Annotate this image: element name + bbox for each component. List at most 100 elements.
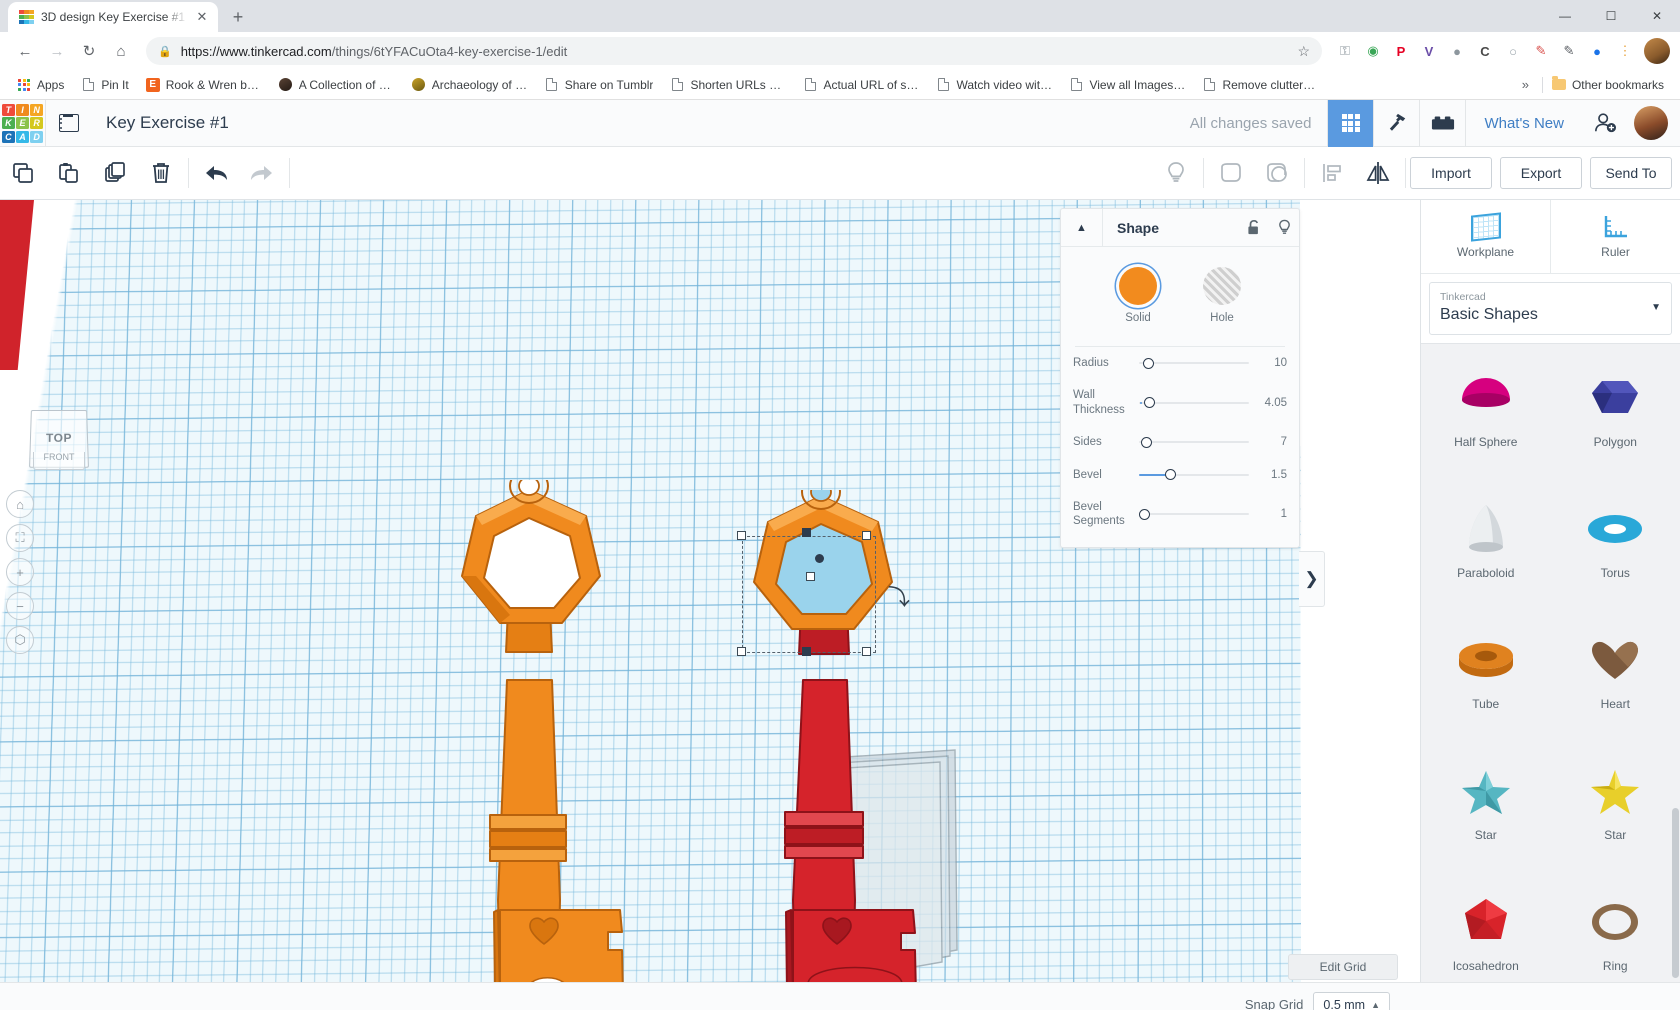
bookmark-share-tumblr[interactable]: Share on Tumblr: [538, 75, 661, 95]
back-icon[interactable]: ←: [10, 36, 40, 66]
whats-new-link[interactable]: What's New: [1465, 99, 1582, 147]
forward-icon[interactable]: →: [42, 36, 72, 66]
zoom-out-button[interactable]: −: [6, 592, 34, 620]
bevel-slider[interactable]: [1139, 468, 1249, 482]
trash-icon[interactable]: [138, 147, 184, 200]
solid-swatch[interactable]: [1119, 267, 1157, 305]
brush-extension-icon[interactable]: ✎: [1556, 38, 1582, 64]
view-cube[interactable]: TOP FRONT: [29, 408, 89, 470]
view-cube-front-label[interactable]: FRONT: [33, 452, 85, 470]
shapes-scrollbar[interactable]: [1671, 808, 1680, 978]
shape-item-tube[interactable]: Tube: [1421, 606, 1551, 737]
export-button[interactable]: Export: [1500, 157, 1582, 189]
chevron-down-icon[interactable]: ▼: [1651, 302, 1661, 313]
shape-item-heart[interactable]: Heart: [1551, 606, 1680, 737]
bookmark-pin-it[interactable]: Pin It: [74, 75, 135, 95]
ungroup-shape-icon[interactable]: [1254, 147, 1300, 200]
hole-swatch[interactable]: [1203, 267, 1241, 305]
copy-icon[interactable]: [0, 147, 46, 200]
browser-profile-avatar[interactable]: [1644, 38, 1670, 64]
bookmark-view-images[interactable]: View all Images in...: [1062, 75, 1192, 95]
pinterest-extension-icon[interactable]: P: [1388, 38, 1414, 64]
shape-library-dropdown[interactable]: Tinkercad Basic Shapes ▼: [1429, 282, 1672, 335]
ortho-perspective-button[interactable]: ⬡: [6, 626, 34, 654]
zoom-in-button[interactable]: +: [6, 558, 34, 586]
sync-extension-icon[interactable]: ●: [1584, 38, 1610, 64]
shape-item-half-sphere[interactable]: Half Sphere: [1421, 344, 1551, 475]
bookmark-apps[interactable]: Apps: [10, 75, 71, 95]
person-plus-icon[interactable]: [1582, 112, 1628, 134]
property-value[interactable]: 1: [1257, 508, 1287, 520]
shape-item-star-teal[interactable]: Star: [1421, 737, 1551, 868]
bookmark-shorten-urls[interactable]: Shorten URLs with...: [663, 75, 793, 95]
shape-item-torus[interactable]: Torus: [1551, 475, 1680, 606]
bookmark-archaeology[interactable]: Archaeology of a fir...: [405, 75, 535, 95]
orange-key-object[interactable]: [440, 480, 660, 982]
bookmark-remove-clutter[interactable]: Remove clutter on...: [1195, 75, 1325, 95]
center-handle[interactable]: [802, 528, 811, 537]
unlock-icon[interactable]: [1239, 209, 1269, 247]
shape-item-polygon[interactable]: Polygon: [1551, 344, 1680, 475]
mirror-icon[interactable]: [1355, 147, 1401, 200]
shape-item-star-yellow[interactable]: Star: [1551, 737, 1680, 868]
height-handle[interactable]: [806, 572, 815, 581]
resize-handle[interactable]: [737, 531, 746, 540]
bookmark-rook-wren[interactable]: E Rook & Wren by Th...: [139, 75, 269, 95]
wall-thickness-slider[interactable]: [1139, 396, 1249, 410]
v-extension-icon[interactable]: V: [1416, 38, 1442, 64]
maximize-window-button[interactable]: ☐: [1588, 0, 1634, 32]
chevron-right-icon[interactable]: ❯: [1299, 551, 1325, 607]
radius-slider[interactable]: [1139, 356, 1249, 370]
globe-extension-icon[interactable]: ●: [1444, 38, 1470, 64]
cone-handle[interactable]: [815, 554, 824, 563]
list-panel-icon[interactable]: [46, 100, 92, 147]
fit-view-button[interactable]: ⛶: [6, 524, 34, 552]
resize-handle[interactable]: [862, 647, 871, 656]
group-shape-icon[interactable]: [1208, 147, 1254, 200]
property-value[interactable]: 1.5: [1257, 469, 1287, 481]
chevron-up-icon[interactable]: ▲: [1061, 208, 1103, 247]
marker-extension-icon[interactable]: ✎: [1528, 38, 1554, 64]
bookmarks-overflow-icon[interactable]: »: [1512, 77, 1539, 92]
bookmark-collection-free[interactable]: A Collection of Free...: [272, 75, 402, 95]
resize-handle[interactable]: [737, 647, 746, 656]
tab-blocks[interactable]: [1419, 99, 1465, 147]
home-view-button[interactable]: ⌂: [6, 490, 34, 518]
close-icon[interactable]: ✕: [194, 9, 210, 25]
bookmark-star-icon[interactable]: ☆: [1297, 43, 1310, 60]
caret-up-icon[interactable]: ▲: [1371, 1000, 1380, 1010]
center-handle[interactable]: [802, 647, 811, 656]
sides-slider[interactable]: [1139, 435, 1249, 449]
tab-codeblocks[interactable]: [1373, 99, 1419, 147]
hole-option[interactable]: Hole: [1203, 267, 1241, 324]
browser-tab[interactable]: 3D design Key Exercise #1 | Tinke ✕: [8, 2, 218, 32]
duplicate-icon[interactable]: [92, 147, 138, 200]
minimize-window-button[interactable]: —: [1542, 0, 1588, 32]
send-to-button[interactable]: Send To: [1590, 157, 1672, 189]
c-extension-icon[interactable]: C: [1472, 38, 1498, 64]
ruler-tool[interactable]: Ruler: [1550, 200, 1680, 273]
redo-arrow-icon[interactable]: [239, 147, 285, 200]
rotate-handle-icon[interactable]: ⤵: [888, 580, 910, 612]
property-value[interactable]: 4.05: [1257, 397, 1287, 409]
import-button[interactable]: Import: [1410, 157, 1492, 189]
bevel-segments-slider[interactable]: [1139, 507, 1249, 521]
bulb-icon[interactable]: [1153, 147, 1199, 200]
home-icon[interactable]: ⌂: [106, 36, 136, 66]
menu-extension-icon[interactable]: ⋮: [1612, 38, 1638, 64]
reload-icon[interactable]: ↻: [74, 36, 104, 66]
green-extension-icon[interactable]: ◉: [1360, 38, 1386, 64]
tab-design-grid[interactable]: [1327, 99, 1374, 147]
close-window-button[interactable]: ✕: [1634, 0, 1680, 32]
tinkercad-logo[interactable]: T I N K E R C A D: [0, 101, 45, 146]
circle-extension-icon[interactable]: ○: [1500, 38, 1526, 64]
page-title[interactable]: Key Exercise #1: [106, 113, 229, 133]
shape-item-ring[interactable]: Ring: [1551, 868, 1680, 982]
paste-icon[interactable]: [46, 147, 92, 200]
bulb-icon[interactable]: [1269, 209, 1299, 247]
undo-arrow-icon[interactable]: [193, 147, 239, 200]
shape-item-paraboloid[interactable]: Paraboloid: [1421, 475, 1551, 606]
property-value[interactable]: 7: [1257, 436, 1287, 448]
workplane-tool[interactable]: Workplane: [1421, 200, 1550, 273]
bookmark-watch-video[interactable]: Watch video withou...: [929, 75, 1059, 95]
